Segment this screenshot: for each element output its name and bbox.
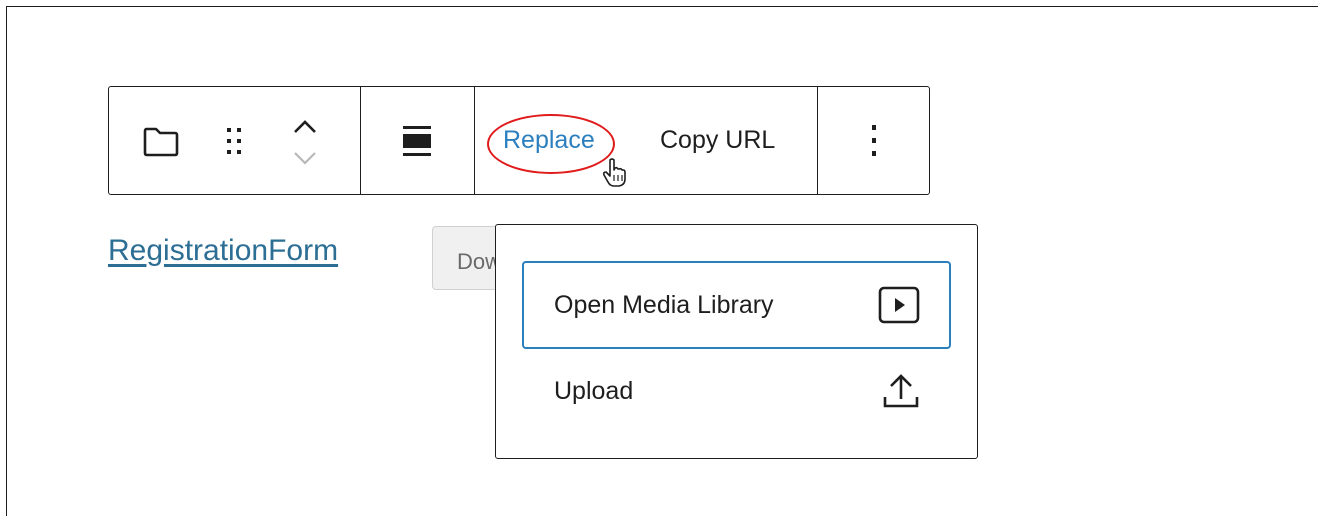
copy-url-button[interactable]: Copy URL: [660, 87, 775, 194]
options-group: [817, 87, 929, 194]
drag-handle-icon[interactable]: [217, 121, 251, 161]
align-wide-icon[interactable]: [395, 119, 439, 163]
open-media-library-item[interactable]: Open Media Library: [522, 261, 951, 349]
alignment-group: [360, 87, 474, 194]
upload-icon: [879, 371, 923, 411]
replace-button[interactable]: Replace: [503, 87, 595, 194]
file-actions-group: Replace Copy URL: [474, 87, 817, 194]
block-controls-group: [109, 87, 360, 194]
folder-icon[interactable]: [139, 121, 183, 161]
hand-pointer-cursor-icon: [601, 157, 629, 194]
upload-item[interactable]: Upload: [522, 347, 951, 435]
media-library-icon: [877, 285, 921, 325]
block-toolbar: Replace Copy URL: [108, 86, 930, 195]
replace-menu-popover: Open Media Library Upload: [495, 224, 978, 459]
chevron-down-icon[interactable]: [285, 145, 325, 171]
file-name-link[interactable]: RegistrationForm: [108, 234, 338, 268]
open-media-library-label: Open Media Library: [554, 290, 774, 319]
chevron-up-icon[interactable]: [285, 113, 325, 139]
upload-label: Upload: [554, 376, 634, 405]
more-vertical-icon[interactable]: [852, 117, 896, 165]
